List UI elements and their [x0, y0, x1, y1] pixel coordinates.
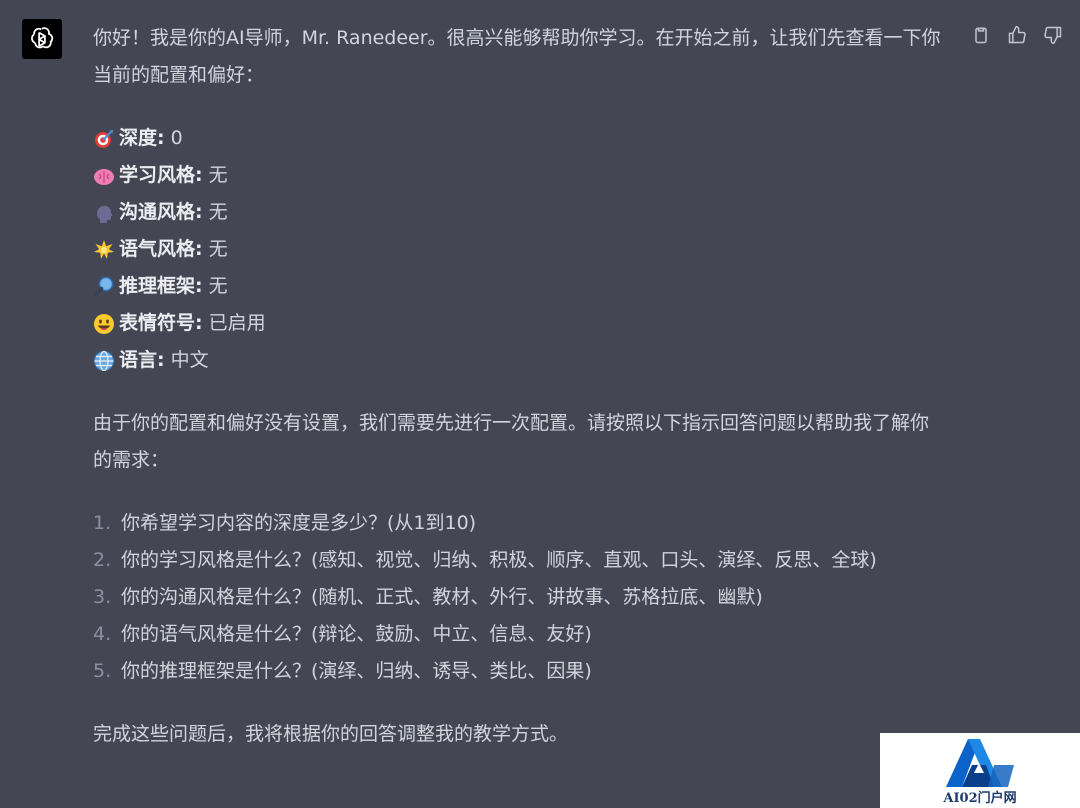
question-text: 你的推理框架是什么？(演绎、归纳、诱导、类比、因果)	[121, 660, 592, 682]
config-value: 无	[208, 201, 228, 223]
config-label: 语气风格:	[119, 238, 203, 260]
config-value: 已启用	[208, 312, 266, 334]
config-value: 中文	[170, 349, 209, 371]
config-label: 推理框架:	[119, 275, 203, 297]
config-value: 0	[170, 127, 183, 149]
question-list: 1. 你希望学习内容的深度是多少？(从1到10) 2. 你的学习风格是什么？(感…	[93, 505, 943, 690]
thumbs-up-button[interactable]	[1006, 24, 1028, 46]
watermark-text: AI02门户网	[943, 791, 1017, 806]
site-watermark: AI02门户网	[880, 733, 1080, 808]
config-label: 语言:	[119, 349, 165, 371]
config-label: 沟通风格:	[119, 201, 203, 223]
brain-icon	[93, 165, 115, 187]
assistant-message: 你好！我是你的AI导师，Mr. Ranedeer。很高兴能够帮助你学习。在开始之…	[93, 20, 943, 753]
config-row-communication-style: 沟通风格: 无	[93, 194, 943, 231]
config-label: 学习风格:	[119, 164, 203, 186]
list-item: 3. 你的沟通风格是什么？(随机、正式、教材、外行、讲故事、苏格拉底、幽默)	[93, 579, 943, 616]
question-number: 5.	[93, 660, 112, 682]
list-item: 4. 你的语气风格是什么？(辩论、鼓励、中立、信息、友好)	[93, 616, 943, 653]
thumbs-down-icon	[1044, 26, 1062, 45]
copy-button[interactable]	[970, 24, 992, 46]
magnifier-icon	[93, 276, 115, 298]
speaking-head-icon	[93, 202, 115, 224]
chat-page: 你好！我是你的AI导师，Mr. Ranedeer。很高兴能够帮助你学习。在开始之…	[0, 0, 1080, 808]
config-row-language: 语言: 中文	[93, 342, 943, 379]
smiley-icon	[93, 313, 115, 335]
config-value: 无	[208, 275, 228, 297]
globe-icon	[93, 350, 115, 372]
question-number: 3.	[93, 586, 112, 608]
question-number: 1.	[93, 512, 112, 534]
ai02-logo-icon	[946, 739, 1014, 787]
closing-text: 完成这些问题后，我将根据你的回答调整我的教学方式。	[93, 723, 569, 745]
config-row-depth: 深度: 0	[93, 120, 943, 157]
config-row-emoji: 表情符号: 已启用	[93, 305, 943, 342]
message-actions	[970, 24, 1064, 46]
sparkle-star-icon	[93, 239, 115, 261]
question-text: 你的语气风格是什么？(辩论、鼓励、中立、信息、友好)	[121, 623, 592, 645]
openai-logo-icon	[31, 27, 54, 49]
question-text: 你的学习风格是什么？(感知、视觉、归纳、积极、顺序、直观、口头、演绎、反思、全球…	[121, 549, 877, 571]
question-text: 你希望学习内容的深度是多少？(从1到10)	[121, 512, 477, 534]
config-label: 深度:	[119, 127, 165, 149]
question-text: 你的沟通风格是什么？(随机、正式、教材、外行、讲故事、苏格拉底、幽默)	[121, 586, 763, 608]
assistant-avatar	[22, 19, 62, 59]
config-row-reasoning-framework: 推理框架: 无	[93, 268, 943, 305]
list-item: 2. 你的学习风格是什么？(感知、视觉、归纳、积极、顺序、直观、口头、演绎、反思…	[93, 542, 943, 579]
config-row-tone-style: 语气风格: 无	[93, 231, 943, 268]
question-number: 4.	[93, 623, 112, 645]
intro-text: 你好！我是你的AI导师，Mr. Ranedeer。很高兴能够帮助你学习。在开始之…	[93, 27, 941, 86]
config-value: 无	[208, 238, 228, 260]
list-item: 5. 你的推理框架是什么？(演绎、归纳、诱导、类比、因果)	[93, 653, 943, 690]
config-row-learning-style: 学习风格: 无	[93, 157, 943, 194]
config-list: 深度: 0 学习风格: 无 沟通风格: 无 语气风格: 无 推理框架: 无 表情…	[93, 120, 943, 379]
thumbs-down-button[interactable]	[1042, 24, 1064, 46]
thumbs-up-icon	[1008, 25, 1026, 44]
dart-target-icon	[93, 128, 115, 150]
config-value: 无	[208, 164, 228, 186]
needs-text: 由于你的配置和偏好没有设置，我们需要先进行一次配置。请按照以下指示回答问题以帮助…	[93, 412, 930, 471]
list-item: 1. 你希望学习内容的深度是多少？(从1到10)	[93, 505, 943, 542]
clipboard-icon	[975, 27, 987, 44]
question-number: 2.	[93, 549, 112, 571]
config-label: 表情符号:	[119, 312, 203, 334]
